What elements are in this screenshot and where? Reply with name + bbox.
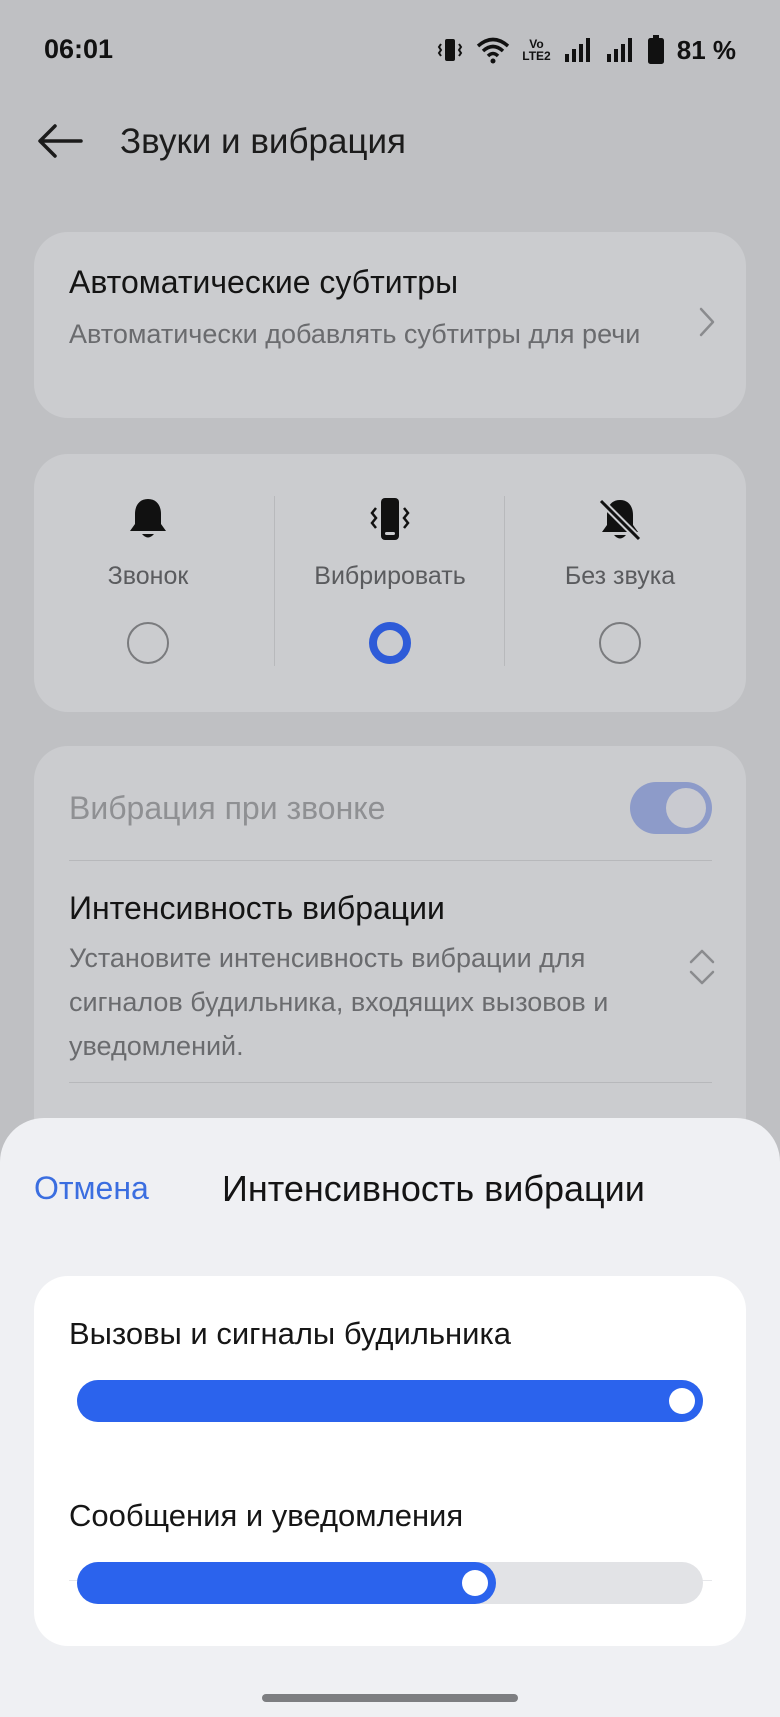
- sound-mode-vibrate[interactable]: Вибрировать: [276, 454, 504, 712]
- radio-vibrate[interactable]: [369, 622, 411, 664]
- battery-percent: 81 %: [676, 34, 736, 65]
- slider-fill: [77, 1562, 497, 1604]
- radio-ring[interactable]: [127, 622, 169, 664]
- slider-calls[interactable]: [77, 1380, 703, 1422]
- cancel-button[interactable]: Отмена: [34, 1170, 149, 1207]
- wifi-icon: [476, 36, 510, 64]
- sound-mode-label: Звонок: [107, 562, 189, 590]
- chevron-right-icon: [698, 306, 716, 343]
- vibrate-icon: [367, 496, 413, 547]
- battery-icon: [647, 35, 665, 65]
- slider-messages[interactable]: [77, 1562, 703, 1604]
- divider: [274, 496, 275, 666]
- sound-mode-label: Без звука: [564, 562, 676, 590]
- sound-mode-silent[interactable]: Без звука: [506, 454, 734, 712]
- vibration-intensity-sheet: Отмена Интенсивность вибрации Вызовы и с…: [0, 1118, 780, 1717]
- auto-subtitles-title: Автоматические субтитры: [69, 264, 459, 300]
- vibrate-on-ring-toggle[interactable]: [630, 782, 712, 834]
- vibrate-status-icon: [436, 36, 464, 64]
- vibration-intensity-title[interactable]: Интенсивность вибрации: [69, 890, 445, 927]
- sound-mode-ring[interactable]: Звонок: [34, 454, 262, 712]
- auto-subtitles-subtitle: Автоматически добавлять субтитры для реч…: [69, 319, 641, 349]
- vibrate-on-ring-label: Вибрация при звонке: [69, 790, 386, 826]
- toggle-knob: [666, 788, 706, 828]
- volte-icon: Vo LTE2: [522, 38, 550, 62]
- sliders-card: Вызовы и сигналы будильника Сообщения и …: [34, 1276, 746, 1646]
- slider-label-messages: Сообщения и уведомления: [69, 1498, 464, 1533]
- status-bar: 06:01 Vo LTE2 81 %: [0, 0, 780, 100]
- sound-mode-selector: Звонок Вибрировать Без звука: [34, 454, 746, 712]
- divider: [69, 1082, 712, 1083]
- status-time: 06:01: [44, 34, 114, 64]
- top-app-bar: Звуки и вибрация: [0, 110, 780, 176]
- signal-icon: [563, 36, 593, 64]
- back-button[interactable]: [32, 118, 88, 168]
- slider-fill: [77, 1380, 703, 1422]
- sound-mode-label: Вибрировать: [314, 562, 466, 590]
- chevron-up-down-icon: [688, 948, 716, 991]
- divider: [504, 496, 505, 666]
- radio-silent[interactable]: [599, 622, 641, 664]
- bell-icon: [126, 496, 170, 547]
- vibration-intensity-subtitle: Установите интенсивность вибрации для си…: [69, 943, 609, 1061]
- divider: [69, 860, 712, 861]
- slider-thumb[interactable]: [669, 1388, 695, 1414]
- bell-off-icon: [596, 496, 644, 549]
- sheet-title: Интенсивность вибрации: [222, 1168, 645, 1209]
- arrow-left-icon: [37, 123, 83, 164]
- slider-label-calls: Вызовы и сигналы будильника: [69, 1316, 511, 1351]
- volte-bottom-text: LTE2: [522, 49, 551, 63]
- status-icons: Vo LTE2 81 %: [436, 32, 736, 68]
- signal-icon: [605, 36, 635, 64]
- page-title: Звуки и вибрация: [120, 122, 406, 161]
- home-indicator[interactable]: [262, 1694, 518, 1702]
- auto-subtitles-item[interactable]: Автоматические субтитры Автоматически до…: [34, 232, 746, 418]
